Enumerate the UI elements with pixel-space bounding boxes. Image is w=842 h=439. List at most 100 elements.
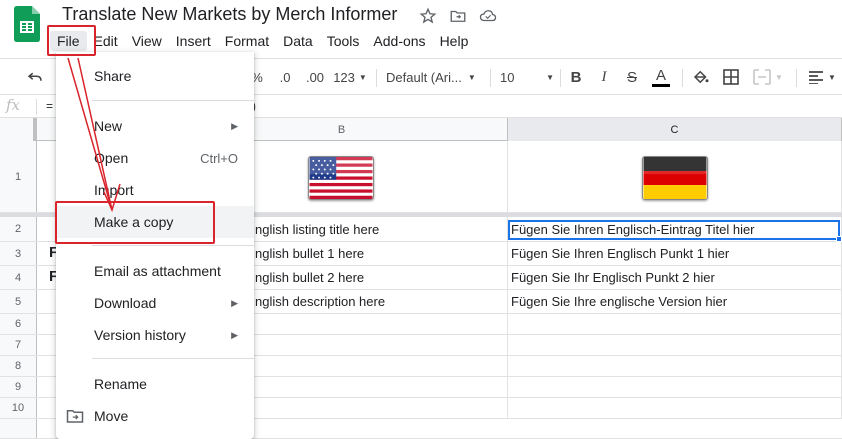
horizontal-align-button[interactable]: ▼: [804, 65, 840, 89]
cell-c4[interactable]: Fügen Sie Ihr Englisch Punkt 2 hier: [508, 266, 842, 289]
menu-tools[interactable]: Tools: [320, 31, 367, 51]
submenu-arrow-icon: ▶: [231, 120, 238, 131]
row-header[interactable]: 3: [0, 242, 37, 265]
menu-item-label: Move: [94, 408, 129, 424]
cell-c6[interactable]: [508, 314, 842, 334]
us-flag-icon: [308, 156, 374, 200]
star-icon[interactable]: [418, 6, 438, 26]
title-actions: [418, 6, 498, 26]
formula-divider: [36, 99, 37, 115]
cell-b5[interactable]: nglish description here: [252, 290, 508, 313]
menu-item-move[interactable]: Move: [56, 400, 254, 432]
toolbar-divider: [796, 69, 797, 87]
row-header[interactable]: 4: [0, 266, 37, 289]
active-cell-selection[interactable]: [508, 220, 840, 240]
cell-b8[interactable]: [252, 356, 508, 376]
cloud-status-icon[interactable]: [478, 6, 498, 26]
row-header[interactable]: 7: [0, 335, 37, 355]
menu-help[interactable]: Help: [433, 31, 476, 51]
move-folder-icon: [66, 410, 84, 423]
file-menu-dropdown: Share New ▶ Open Ctrl+O Import Make a co…: [56, 52, 254, 439]
menu-item-email-as-attachment[interactable]: Email as attachment: [56, 255, 254, 287]
undo-button[interactable]: [24, 65, 46, 89]
cell-c8[interactable]: [508, 356, 842, 376]
menu-data[interactable]: Data: [276, 31, 320, 51]
document-title[interactable]: Translate New Markets by Merch Informer: [62, 4, 397, 25]
menu-item-new[interactable]: New ▶: [56, 110, 254, 142]
row-header[interactable]: 8: [0, 356, 37, 376]
row-header[interactable]: 5: [0, 290, 37, 313]
keyboard-shortcut: Ctrl+O: [200, 150, 238, 166]
italic-button[interactable]: I: [594, 65, 614, 89]
toolbar-divider: [490, 69, 491, 87]
menu-bar: File Edit View Insert Format Data Tools …: [50, 30, 475, 52]
toolbar-divider: [560, 69, 561, 87]
submenu-arrow-icon: ▶: [231, 329, 238, 340]
chevron-down-icon: ▼: [546, 72, 554, 82]
fx-icon: fx: [6, 96, 21, 114]
menu-divider: [92, 358, 254, 359]
number-format-dropdown[interactable]: 123 ▼: [332, 65, 368, 89]
font-family-value: Default (Ari...: [386, 69, 462, 85]
text-color-swatch: [652, 83, 670, 87]
font-size-dropdown[interactable]: 10 ▼: [498, 65, 554, 89]
chevron-down-icon: ▼: [828, 72, 836, 82]
align-left-icon: [809, 71, 824, 84]
toolbar-divider: [682, 69, 683, 87]
cell-b2[interactable]: nglish listing title here: [252, 217, 508, 241]
decrease-decimal-button[interactable]: .0: [274, 65, 296, 89]
menu-item-download[interactable]: Download ▶: [56, 287, 254, 319]
menu-format[interactable]: Format: [218, 31, 276, 51]
strikethrough-button[interactable]: S: [622, 65, 642, 89]
annotation-highlight-make-a-copy: [55, 201, 215, 244]
fill-color-button[interactable]: [690, 65, 712, 89]
cell-b4[interactable]: nglish bullet 2 here: [252, 266, 508, 289]
select-all-corner[interactable]: [0, 118, 37, 141]
text-color-label: A: [655, 66, 666, 84]
row-header[interactable]: 6: [0, 314, 37, 334]
font-family-dropdown[interactable]: Default (Ari... ▼: [386, 65, 486, 89]
fill-handle[interactable]: [836, 236, 842, 242]
menu-item-open[interactable]: Open Ctrl+O: [56, 142, 254, 174]
formula-input-start[interactable]: =: [46, 99, 53, 113]
menu-item-label: Version history: [94, 327, 186, 343]
menu-insert[interactable]: Insert: [169, 31, 218, 51]
borders-button[interactable]: [720, 65, 742, 89]
row-header[interactable]: 10: [0, 398, 37, 418]
merge-cells-button[interactable]: ▼: [750, 65, 786, 89]
cell-b6[interactable]: [252, 314, 508, 334]
text-color-button[interactable]: A: [650, 65, 672, 89]
menu-item-label: Rename: [94, 376, 147, 392]
cell-c5[interactable]: Fügen Sie Ihre englische Version hier: [508, 290, 842, 313]
menu-item-label: Email as attachment: [94, 263, 221, 279]
menu-add-ons[interactable]: Add-ons: [366, 31, 432, 51]
cell-c9[interactable]: [508, 377, 842, 397]
cell-c3[interactable]: Fügen Sie Ihren Englisch Punkt 1 hier: [508, 242, 842, 265]
germany-flag-icon: [642, 156, 708, 200]
menu-divider: [92, 245, 254, 246]
move-to-folder-icon[interactable]: [448, 6, 468, 26]
cell-b3[interactable]: nglish bullet 1 here: [252, 242, 508, 265]
row-header[interactable]: 1: [0, 141, 37, 212]
menu-item-rename[interactable]: Rename: [56, 368, 254, 400]
font-size-value: 10: [500, 69, 515, 85]
menu-view[interactable]: View: [125, 31, 169, 51]
row-header[interactable]: [0, 419, 37, 438]
submenu-arrow-icon: ▶: [231, 297, 238, 308]
row-header[interactable]: 9: [0, 377, 37, 397]
column-header-c[interactable]: C: [508, 118, 842, 141]
cell-b7[interactable]: [252, 335, 508, 355]
cell-c10[interactable]: [508, 398, 842, 418]
merge-cells-icon: [753, 69, 771, 85]
chevron-down-icon: ▼: [775, 72, 783, 82]
row-header[interactable]: 2: [0, 217, 37, 241]
cell-c7[interactable]: [508, 335, 842, 355]
cell-b10[interactable]: [252, 398, 508, 418]
bold-button[interactable]: B: [566, 65, 586, 89]
menu-item-share[interactable]: Share: [56, 60, 254, 92]
cell-b9[interactable]: [252, 377, 508, 397]
increase-decimal-button[interactable]: .00: [302, 65, 328, 89]
menu-item-version-history[interactable]: Version history ▶: [56, 319, 254, 351]
google-sheets-logo-icon[interactable]: [14, 6, 40, 42]
menu-item-label: Share: [94, 68, 132, 84]
